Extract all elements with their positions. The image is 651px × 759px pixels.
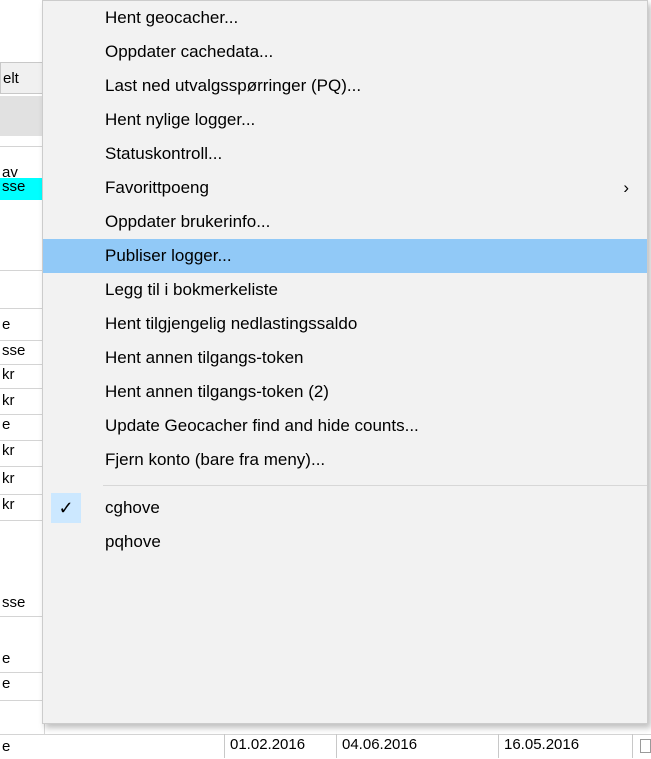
menu-item-label: pqhove xyxy=(105,532,161,551)
menu-item-hent-nylige-logger[interactable]: Hent nylige logger... xyxy=(43,103,647,137)
table-row-cell: kr xyxy=(2,392,15,409)
menu-item-label: Statuskontroll... xyxy=(105,144,223,163)
menu-item-hent-nedlastingssaldo[interactable]: Hent tilgjengelig nedlastingssaldo xyxy=(43,307,647,341)
menu-item-label: Hent geocacher... xyxy=(105,8,239,27)
menu-item-last-ned-pq[interactable]: Last ned utvalgsspørringer (PQ)... xyxy=(43,69,647,103)
menu-item-label: Favorittpoeng xyxy=(105,178,209,197)
table-row-cell: kr xyxy=(2,496,15,513)
table-row-cell: kr xyxy=(2,470,15,487)
menu-item-label: Fjern konto (bare fra meny)... xyxy=(105,450,326,469)
table-cell: sse xyxy=(0,178,44,200)
table-row-cell: e xyxy=(2,416,11,433)
menu-item-label: cghove xyxy=(105,498,160,517)
menu-item-label: Hent annen tilgangs-token (2) xyxy=(105,382,329,401)
menu-item-hent-tilgangs-token[interactable]: Hent annen tilgangs-token xyxy=(43,341,647,375)
menu-item-account-cghove[interactable]: ✓ cghove xyxy=(43,491,647,525)
date-cell: 16.05.2016 xyxy=(504,736,580,753)
checkmark-icon: ✓ xyxy=(51,493,81,523)
menu-item-label: Oppdater brukerinfo... xyxy=(105,212,271,231)
menu-item-label: Publiser logger... xyxy=(105,246,232,265)
row-checkbox[interactable] xyxy=(640,739,651,753)
date-cell: 04.06.2016 xyxy=(342,736,418,753)
menu-item-label: Update Geocacher find and hide counts... xyxy=(105,416,419,435)
menu-item-oppdater-brukerinfo[interactable]: Oppdater brukerinfo... xyxy=(43,205,647,239)
menu-item-label: Oppdater cachedata... xyxy=(105,42,274,61)
table-row-cell: e xyxy=(2,675,11,692)
table-row-cell: sse xyxy=(2,594,26,611)
menu-item-hent-tilgangs-token-2[interactable]: Hent annen tilgangs-token (2) xyxy=(43,375,647,409)
chevron-right-icon: › xyxy=(623,178,629,197)
table-row-cell: e xyxy=(2,650,11,667)
date-cell: 01.02.2016 xyxy=(230,736,306,753)
menu-item-publiser-logger[interactable]: Publiser logger... xyxy=(43,239,647,273)
table-row-cell: kr xyxy=(2,442,15,459)
menu-item-label: Hent nylige logger... xyxy=(105,110,256,129)
filter-cell[interactable] xyxy=(0,96,44,136)
context-menu: Hent geocacher... Oppdater cachedata... … xyxy=(42,0,648,724)
menu-item-account-pqhove[interactable]: pqhove xyxy=(43,525,647,559)
menu-item-label: Legg til i bokmerkeliste xyxy=(105,280,278,299)
menu-item-hent-geocacher[interactable]: Hent geocacher... xyxy=(43,1,647,35)
table-row-cell: e xyxy=(2,316,11,333)
table-row-cell: sse xyxy=(2,342,26,359)
menu-item-update-geocacher-counts[interactable]: Update Geocacher find and hide counts... xyxy=(43,409,647,443)
menu-item-statuskontroll[interactable]: Statuskontroll... xyxy=(43,137,647,171)
menu-item-favorittpoeng[interactable]: Favorittpoeng › xyxy=(43,171,647,205)
menu-item-fjern-konto[interactable]: Fjern konto (bare fra meny)... xyxy=(43,443,647,477)
column-header[interactable]: elt xyxy=(0,62,44,94)
menu-item-label: Hent annen tilgangs-token xyxy=(105,348,304,367)
menu-item-label: Hent tilgjengelig nedlastingssaldo xyxy=(105,314,358,333)
background-table-column: elt av sse e sse kr kr e kr kr kr sse e … xyxy=(0,0,45,758)
menu-item-legg-til-bokmerkeliste[interactable]: Legg til i bokmerkeliste xyxy=(43,273,647,307)
menu-separator xyxy=(103,485,647,486)
menu-item-oppdater-cachedata[interactable]: Oppdater cachedata... xyxy=(43,35,647,69)
table-row-cell: kr xyxy=(2,366,15,383)
table-row-cell: e xyxy=(2,738,11,755)
menu-item-label: Last ned utvalgsspørringer (PQ)... xyxy=(105,76,362,95)
